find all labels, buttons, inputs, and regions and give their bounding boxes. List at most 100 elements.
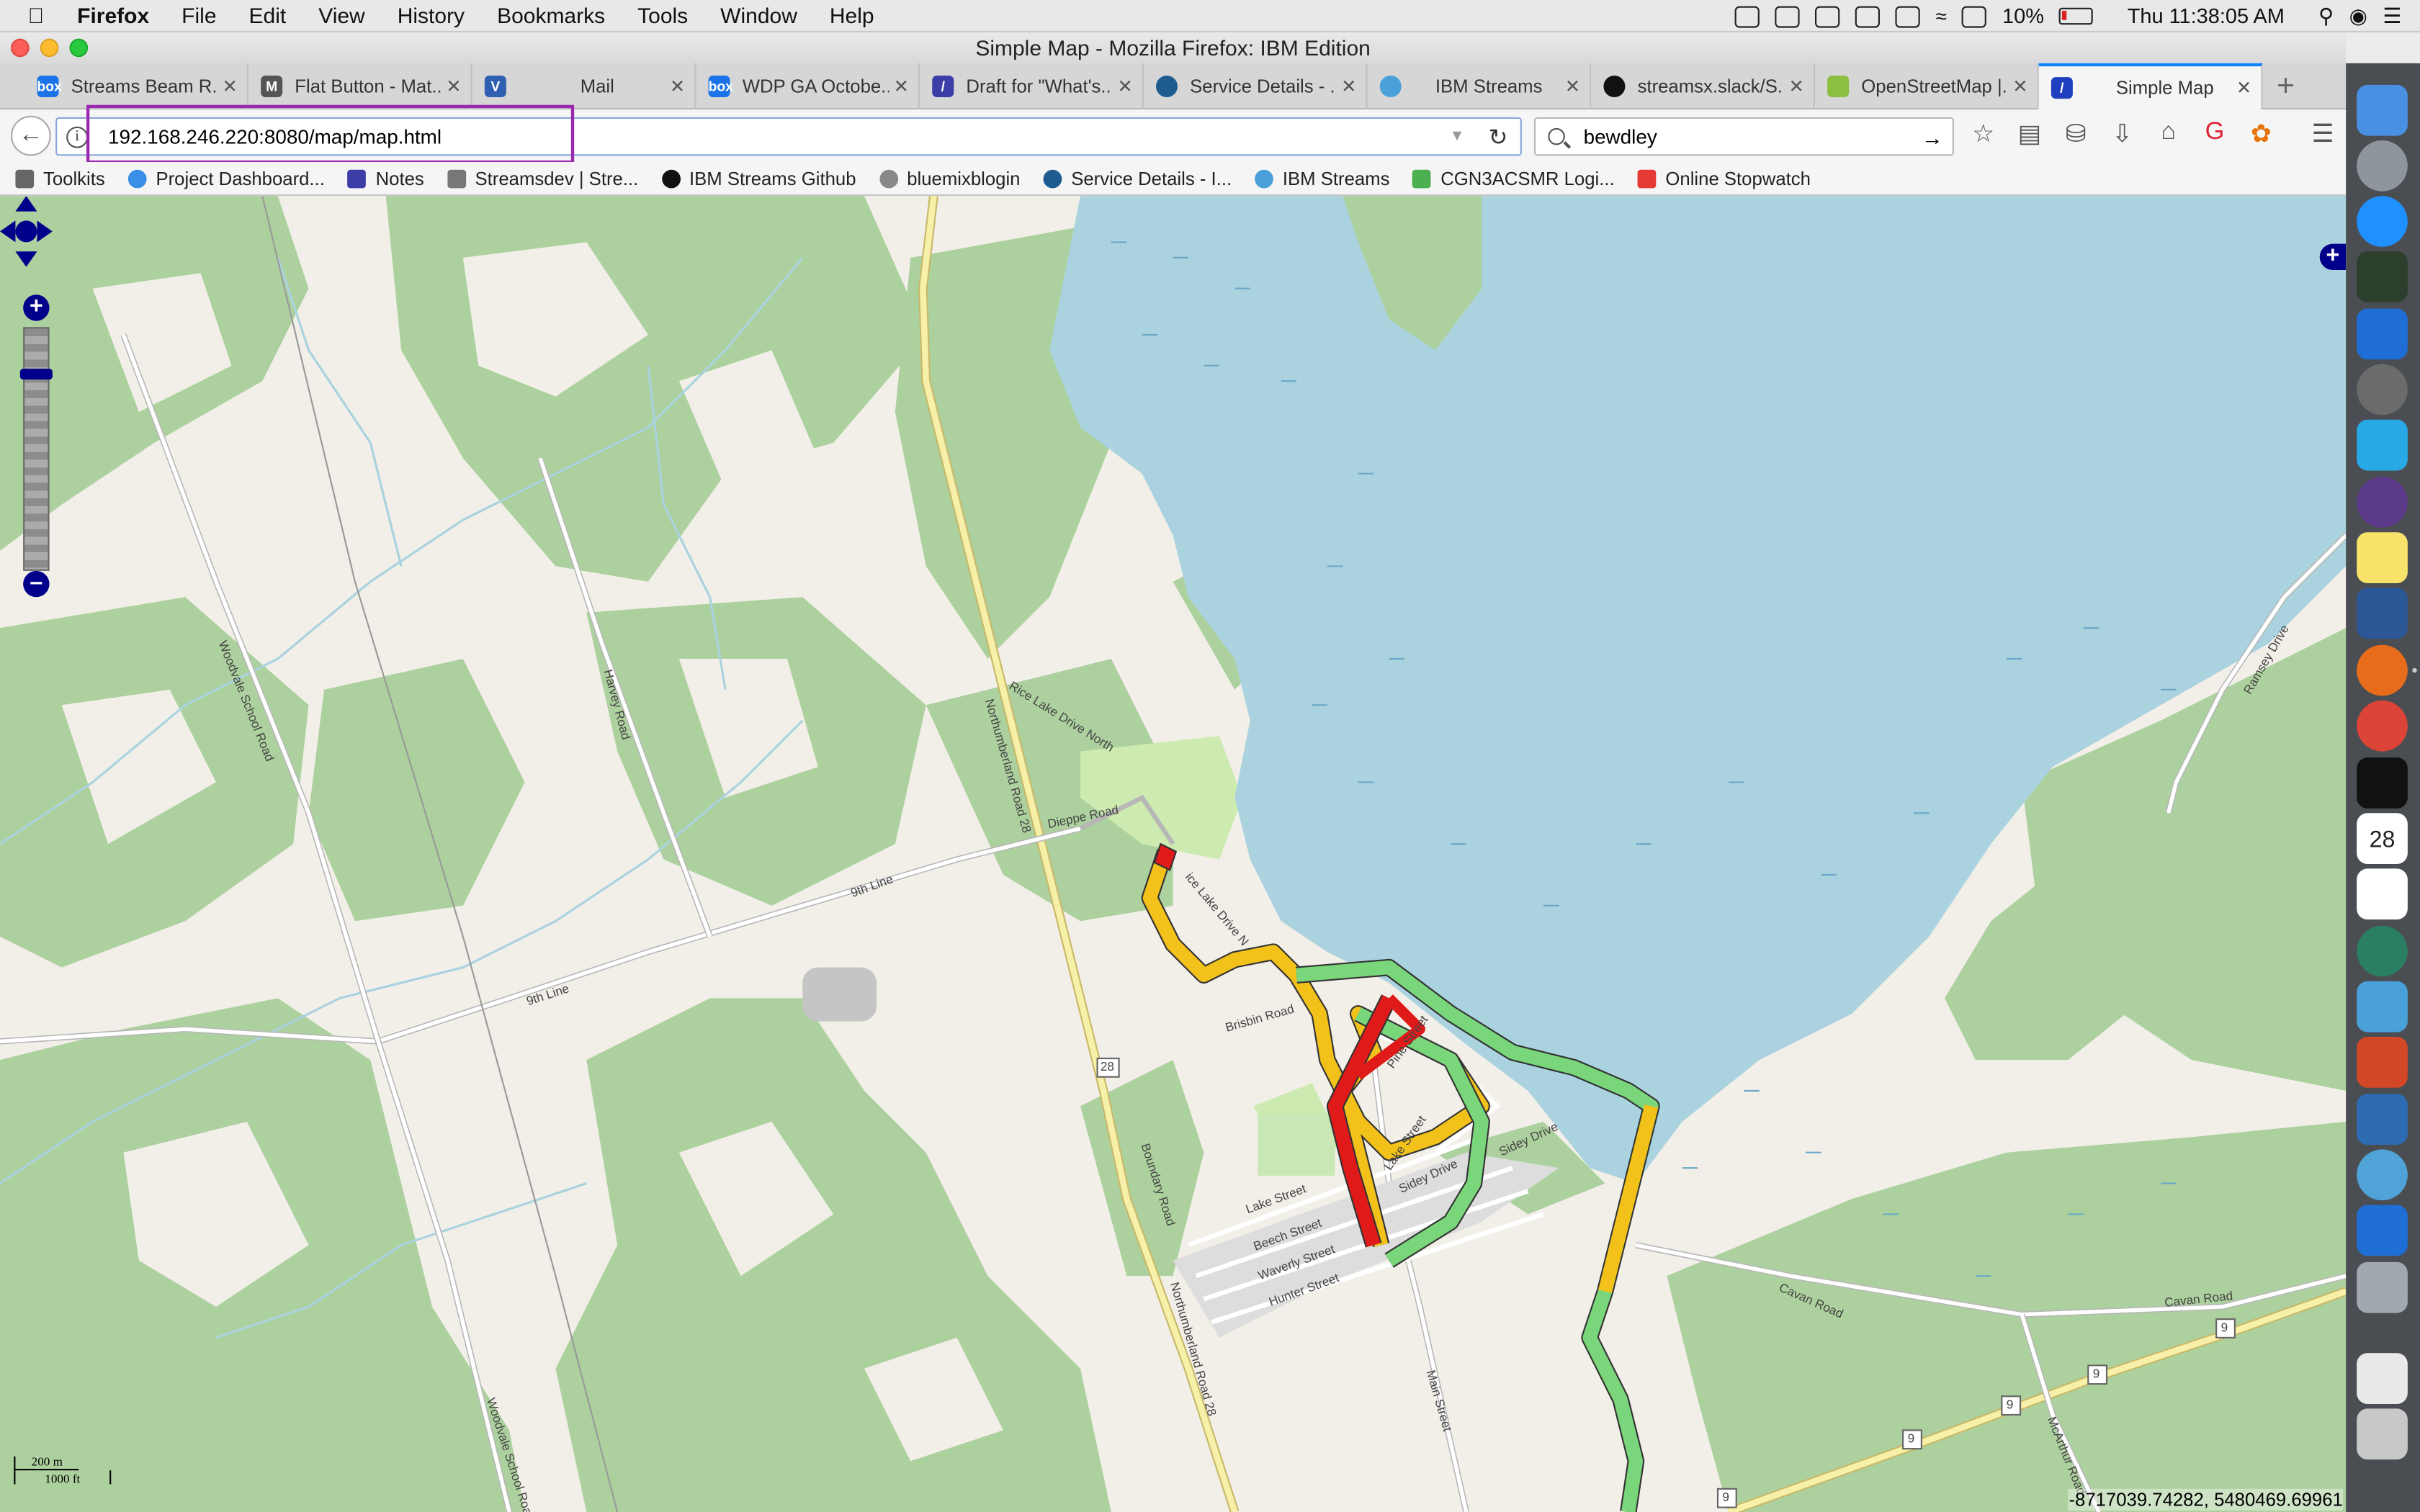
hamburger-menu-icon[interactable]: ☰ bbox=[2305, 119, 2339, 150]
bookmark-star-icon[interactable]: ☆ bbox=[1966, 119, 2000, 150]
wifi-icon[interactable]: ≈ bbox=[1936, 4, 1947, 27]
tab-streamsx-slack[interactable]: streamsx.slack/S... ✕ bbox=[1591, 63, 1815, 110]
apple-icon[interactable]:  bbox=[28, 3, 56, 27]
menu-view[interactable]: View bbox=[318, 3, 364, 27]
zoom-window-button[interactable] bbox=[69, 38, 89, 58]
zoom-slider-handle[interactable] bbox=[19, 369, 53, 380]
close-tab-icon[interactable]: ✕ bbox=[2008, 76, 2033, 97]
tab-service-details[interactable]: Service Details - ... ✕ bbox=[1144, 63, 1368, 110]
close-tab-icon[interactable]: ✕ bbox=[218, 76, 242, 97]
bookmark-ibm-streams-github[interactable]: IBM Streams Github bbox=[661, 168, 856, 189]
safari-icon[interactable] bbox=[2357, 196, 2408, 247]
bookmark-bluemixblogin[interactable]: bluemixblogin bbox=[879, 168, 1020, 189]
powerpoint-icon[interactable] bbox=[2357, 1037, 2408, 1088]
url-dropdown-icon[interactable]: ▼ bbox=[1449, 128, 1464, 145]
lock-status-icon[interactable] bbox=[1735, 5, 1760, 27]
tab-draft[interactable]: / Draft for "What's... ✕ bbox=[920, 63, 1144, 110]
calendar-icon[interactable]: 28 bbox=[2357, 813, 2408, 864]
notification-center-icon[interactable]: ☰ bbox=[2383, 4, 2401, 28]
bookmark-online-stopwatch[interactable]: Online Stopwatch bbox=[1637, 168, 1811, 189]
menu-bookmarks[interactable]: Bookmarks bbox=[497, 3, 605, 27]
pan-control-icon[interactable] bbox=[0, 196, 53, 267]
notes-status-icon[interactable] bbox=[1775, 5, 1801, 27]
zoom-out-button[interactable]: – bbox=[23, 570, 50, 598]
layer-switcher-button[interactable]: + bbox=[2319, 243, 2347, 270]
slack-icon[interactable] bbox=[2357, 868, 2408, 920]
finder-icon[interactable] bbox=[2357, 84, 2408, 136]
home-icon[interactable]: ⌂ bbox=[2151, 119, 2185, 150]
atom-icon[interactable] bbox=[2357, 925, 2408, 977]
map-viewport[interactable]: Woodvale School Road Woodvale School Roa… bbox=[0, 196, 2347, 1512]
menu-file[interactable]: File bbox=[182, 3, 216, 27]
messages-icon[interactable] bbox=[2357, 419, 2408, 471]
bookmark-toolkits[interactable]: Toolkits bbox=[15, 168, 105, 189]
pocket-icon[interactable]: ⛁ bbox=[2059, 119, 2093, 150]
menu-window[interactable]: Window bbox=[720, 3, 797, 27]
new-tab-button[interactable]: + bbox=[2262, 63, 2308, 109]
menu-tools[interactable]: Tools bbox=[637, 3, 688, 27]
gmail-notifier-icon[interactable]: G bbox=[2197, 119, 2231, 150]
clock[interactable]: Thu 11:38:05 AM bbox=[2128, 4, 2285, 27]
minimize-window-button[interactable] bbox=[40, 38, 59, 58]
bookmark-ibm-streams[interactable]: IBM Streams bbox=[1255, 168, 1389, 189]
github-desktop-icon[interactable] bbox=[2357, 477, 2408, 528]
spotlight-icon[interactable]: ⚲ bbox=[2318, 4, 2334, 28]
ibm-streams-icon[interactable] bbox=[2357, 981, 2408, 1032]
search-box[interactable]: bewdley → bbox=[1534, 117, 1954, 156]
tab-mail[interactable]: V Mail ✕ bbox=[472, 63, 696, 110]
system-preferences-icon[interactable] bbox=[2357, 364, 2408, 415]
info-icon[interactable]: i bbox=[66, 125, 89, 148]
vmware-icon[interactable] bbox=[2357, 308, 2408, 360]
terminal-icon[interactable] bbox=[2357, 757, 2408, 809]
reading-list-icon[interactable]: ▤ bbox=[2012, 119, 2046, 150]
bookmark-cgn3acsmr[interactable]: CGN3ACSMR Logi... bbox=[1412, 168, 1615, 189]
display-status-icon[interactable] bbox=[1815, 5, 1840, 27]
close-tab-icon[interactable]: ✕ bbox=[1113, 76, 1137, 97]
bookmark-service-details[interactable]: Service Details - I... bbox=[1043, 168, 1232, 189]
binoculars-status-icon[interactable] bbox=[1895, 5, 1921, 27]
search-go-icon[interactable]: → bbox=[1922, 125, 1943, 149]
copy-status-icon[interactable] bbox=[1855, 5, 1881, 27]
close-tab-icon[interactable]: ✕ bbox=[1784, 76, 1809, 97]
menu-history[interactable]: History bbox=[398, 3, 465, 27]
download-icon[interactable]: ⇩ bbox=[2105, 119, 2139, 150]
map-canvas[interactable] bbox=[0, 196, 2347, 1512]
launchpad-icon[interactable] bbox=[2357, 140, 2408, 192]
close-tab-icon[interactable]: ✕ bbox=[2232, 77, 2257, 99]
word-icon[interactable] bbox=[2357, 588, 2408, 639]
firefox-icon[interactable] bbox=[2357, 644, 2408, 696]
tab-openstreetmap[interactable]: OpenStreetMap |... ✕ bbox=[1815, 63, 2039, 110]
close-tab-icon[interactable]: ✕ bbox=[1560, 76, 1585, 97]
documents-icon[interactable] bbox=[2357, 1353, 2408, 1404]
close-tab-icon[interactable]: ✕ bbox=[666, 76, 690, 97]
tab-ibm-streams[interactable]: IBM Streams ✕ bbox=[1368, 63, 1592, 110]
search-text[interactable]: bewdley bbox=[1584, 125, 1657, 148]
menu-app[interactable]: Firefox bbox=[77, 3, 149, 27]
chrome-icon[interactable] bbox=[2357, 700, 2408, 752]
bookmark-streamsdev[interactable]: Streamsdev | Stre... bbox=[447, 168, 638, 189]
stickies-icon[interactable] bbox=[2357, 532, 2408, 583]
battery-icon[interactable] bbox=[2059, 7, 2094, 25]
close-window-button[interactable] bbox=[11, 38, 30, 58]
activity-monitor-icon[interactable] bbox=[2357, 251, 2408, 302]
back-button[interactable]: ← bbox=[11, 115, 51, 156]
menu-help[interactable]: Help bbox=[830, 3, 874, 27]
airplay-icon[interactable] bbox=[1962, 5, 1987, 27]
network-icon[interactable] bbox=[2357, 1149, 2408, 1201]
reload-icon[interactable]: ↻ bbox=[1489, 122, 1508, 150]
preview-icon[interactable] bbox=[2357, 1261, 2408, 1313]
trash-icon[interactable] bbox=[2357, 1408, 2408, 1460]
tab-wdp-ga[interactable]: box WDP GA Octobe... ✕ bbox=[696, 63, 920, 110]
close-tab-icon[interactable]: ✕ bbox=[1337, 76, 1361, 97]
close-tab-icon[interactable]: ✕ bbox=[442, 76, 466, 97]
battery-percent[interactable]: 10% bbox=[2002, 4, 2044, 27]
remote-desktop-icon[interactable] bbox=[2357, 1094, 2408, 1145]
zoom-in-button[interactable]: + bbox=[23, 294, 50, 321]
close-tab-icon[interactable]: ✕ bbox=[889, 76, 913, 97]
zoom-bar[interactable] bbox=[23, 327, 50, 571]
tab-simple-map[interactable]: / Simple Map ✕ bbox=[2038, 63, 2263, 110]
tab-flat-button[interactable]: M Flat Button - Mat... ✕ bbox=[248, 63, 472, 110]
tab-streams-beam[interactable]: box Streams Beam R... ✕ bbox=[24, 63, 249, 110]
vmware-console-icon[interactable] bbox=[2357, 1205, 2408, 1256]
rss-icon[interactable]: ✿ bbox=[2244, 119, 2278, 150]
